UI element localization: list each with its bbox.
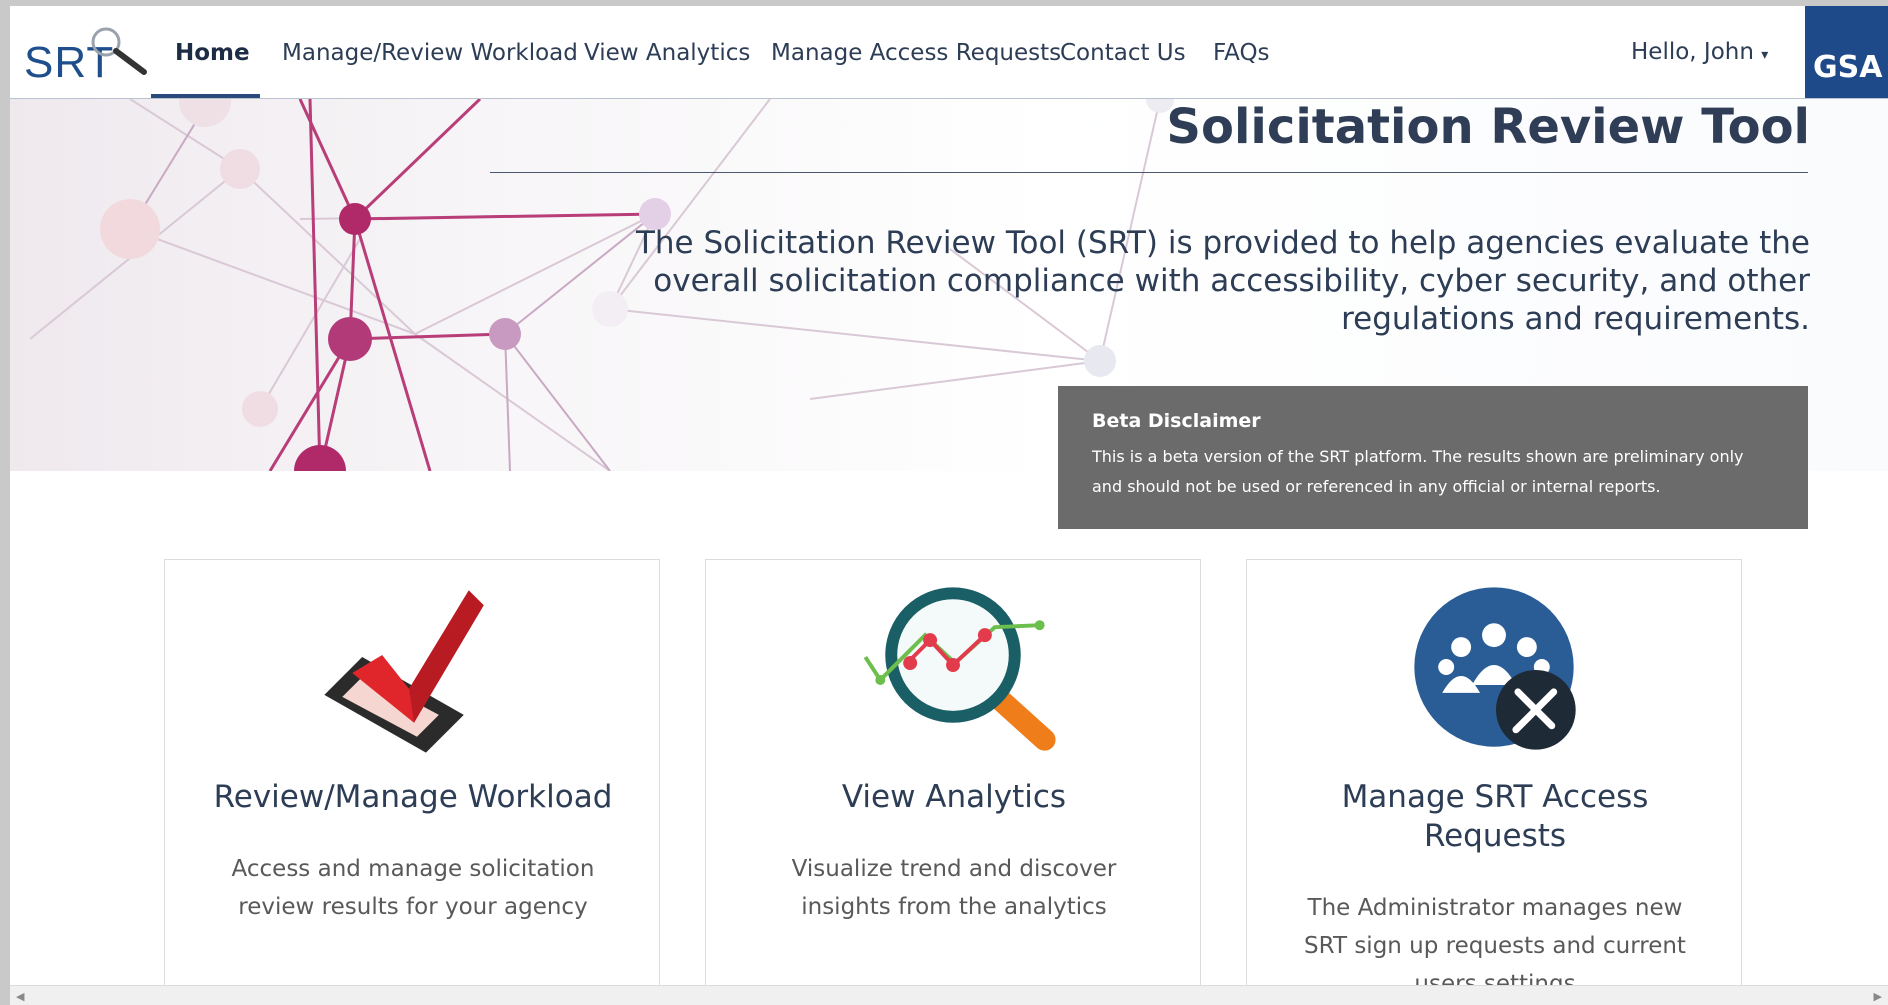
magnifier-logo-icon bbox=[91, 27, 147, 75]
srt-logo[interactable]: SRT bbox=[24, 24, 154, 87]
nav-contact-us[interactable]: Contact Us bbox=[1060, 40, 1186, 66]
gsa-logo-text: GSA bbox=[1813, 50, 1883, 85]
scroll-left-icon[interactable]: ◀ bbox=[16, 990, 24, 1003]
nav-faqs[interactable]: FAQs bbox=[1213, 40, 1270, 66]
user-admin-icon bbox=[1414, 587, 1576, 750]
title-divider bbox=[490, 172, 1808, 173]
horizontal-scrollbar[interactable]: ◀ ▶ bbox=[10, 985, 1888, 1005]
beta-disclaimer-title: Beta Disclaimer bbox=[1092, 410, 1261, 432]
top-nav: SRT Home Manage/Review Workload View Ana… bbox=[10, 6, 1888, 99]
card-view-analytics[interactable]: View Analytics Visualize trend and disco… bbox=[705, 559, 1201, 996]
card-title: Manage SRT Access Requests bbox=[1341, 779, 1649, 854]
active-nav-indicator bbox=[151, 94, 260, 98]
app-frame: SRT Home Manage/Review Workload View Ana… bbox=[10, 6, 1888, 996]
card-description: The Administrator manages new SRT sign u… bbox=[1304, 895, 1686, 996]
page-title: Solicitation Review Tool bbox=[1166, 99, 1810, 155]
nav-home[interactable]: Home bbox=[175, 40, 250, 66]
gsa-logo: GSA bbox=[1805, 6, 1888, 98]
card-manage-access-requests[interactable]: Manage SRT Access Requests The Administr… bbox=[1246, 559, 1742, 996]
beta-disclaimer: Beta Disclaimer This is a beta version o… bbox=[1058, 386, 1808, 529]
analytics-magnifier-icon bbox=[863, 587, 1056, 751]
checkmark-icon bbox=[324, 590, 484, 753]
user-greeting: Hello, John bbox=[1631, 39, 1754, 65]
scroll-right-icon[interactable]: ▶ bbox=[1874, 990, 1882, 1003]
user-menu[interactable]: Hello, John ▾ bbox=[1631, 39, 1768, 65]
card-review-manage-workload[interactable]: Review/Manage Workload Access and manage… bbox=[164, 559, 660, 996]
chevron-down-icon: ▾ bbox=[1761, 47, 1769, 63]
nav-manage-access-requests[interactable]: Manage Access Requests bbox=[771, 40, 1061, 66]
card-title: Review/Manage Workload bbox=[213, 779, 613, 815]
beta-disclaimer-text: This is a beta version of the SRT platfo… bbox=[1092, 447, 1744, 496]
nav-manage-review-workload[interactable]: Manage/Review Workload bbox=[282, 40, 578, 66]
hero-description: The Solicitation Review Tool (SRT) is pr… bbox=[635, 225, 1810, 337]
nav-view-analytics[interactable]: View Analytics bbox=[584, 40, 750, 66]
card-description: Access and manage solicitation review re… bbox=[231, 856, 595, 920]
card-description: Visualize trend and discover insights fr… bbox=[791, 856, 1117, 920]
card-title: View Analytics bbox=[841, 779, 1067, 815]
